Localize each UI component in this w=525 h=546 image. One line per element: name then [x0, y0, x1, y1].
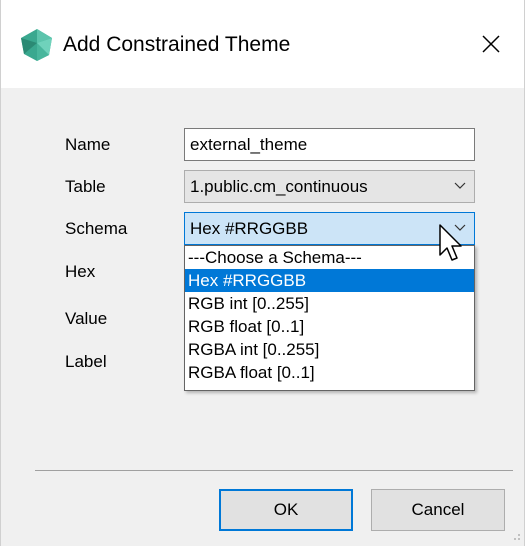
schema-option[interactable]: RGBA float [0..1] [185, 361, 474, 384]
schema-select-value: Hex #RRGGBB [190, 219, 309, 238]
dialog-window: Add Constrained Theme Name Table 1.publi… [0, 0, 525, 546]
table-select-value: 1.public.cm_continuous [190, 177, 368, 196]
title-bar[interactable]: Add Constrained Theme [1, 0, 524, 88]
window-title: Add Constrained Theme [63, 33, 291, 56]
schema-option[interactable]: ---Choose a Schema--- [185, 246, 474, 269]
name-label: Name [65, 135, 111, 154]
table-label: Table [65, 177, 106, 196]
schema-select[interactable]: Hex #RRGGBB [184, 212, 475, 245]
divider [35, 470, 513, 471]
value-label: Value [65, 309, 108, 328]
chevron-down-icon [454, 182, 466, 189]
schema-option[interactable]: RGB int [0..255] [185, 292, 474, 315]
schema-label: Schema [65, 219, 128, 238]
cancel-button[interactable]: Cancel [371, 489, 505, 531]
schema-dropdown-list: ---Choose a Schema--- Hex #RRGGBB RGB in… [184, 245, 475, 391]
schema-option-selected[interactable]: Hex #RRGGBB [185, 269, 474, 292]
name-field[interactable] [184, 128, 475, 161]
schema-option[interactable]: RGB float [0..1] [185, 315, 474, 338]
hex-label: Hex [65, 262, 96, 281]
close-icon[interactable] [475, 28, 507, 60]
chevron-down-icon [454, 224, 466, 231]
ok-button[interactable]: OK [219, 489, 353, 531]
schema-option[interactable]: RGBA int [0..255] [185, 338, 474, 361]
resize-grip-icon[interactable] [509, 529, 521, 541]
label-label: Label [65, 352, 107, 371]
table-select[interactable]: 1.public.cm_continuous [184, 170, 475, 203]
app-logo-icon [21, 29, 52, 61]
